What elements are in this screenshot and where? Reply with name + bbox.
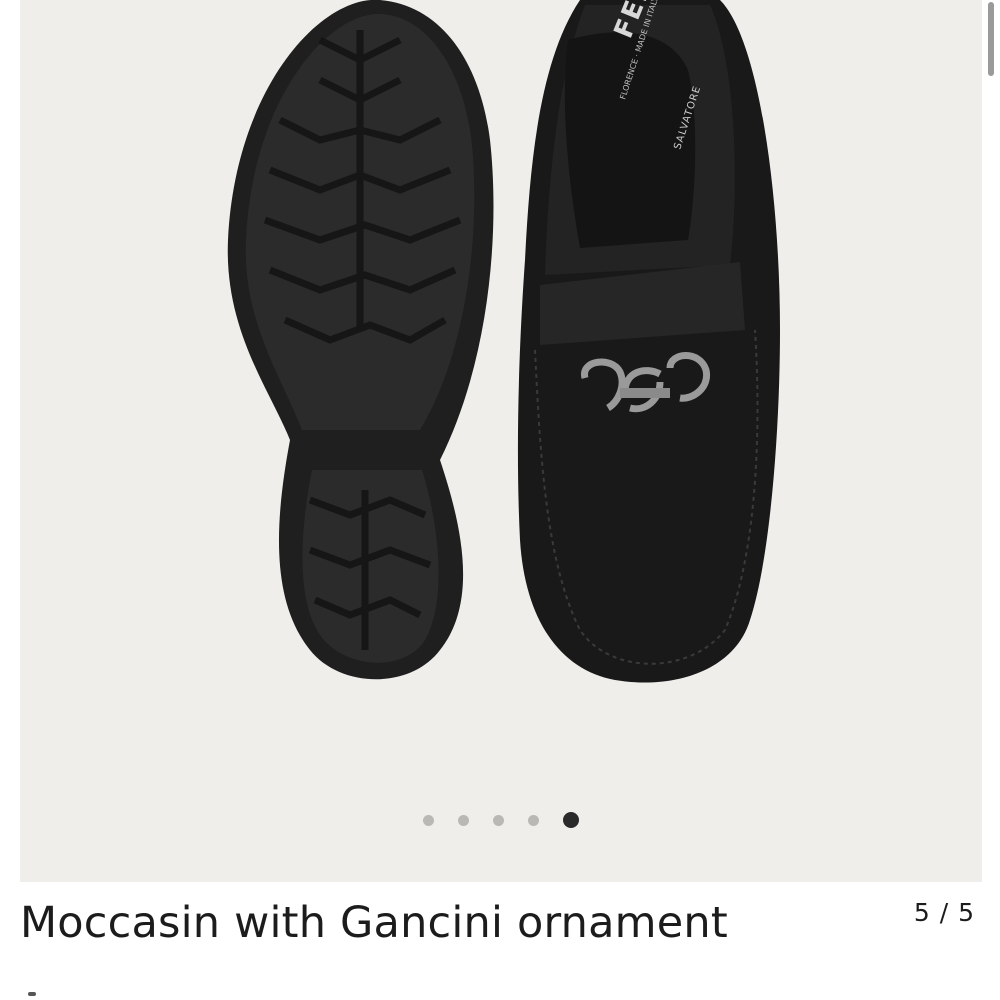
carousel-dot-1[interactable] [423,814,434,826]
carousel-dot-3[interactable] [493,814,504,826]
carousel-dot-2[interactable] [458,814,469,826]
product-title: Moccasin with Gancini ornament [20,898,728,948]
product-photo: FERRAGAMO SALVATORE FLORENCE · MADE IN I… [227,0,780,683]
image-counter: 5 / 5 [913,898,975,927]
carousel-dot-5-active[interactable] [563,812,579,828]
carousel-pagination [20,812,982,828]
shoe-sole-image [227,0,494,680]
cut-off-content [28,992,36,996]
product-image-gallery[interactable]: FERRAGAMO SALVATORE FLORENCE · MADE IN I… [20,0,982,882]
carousel-dot-4[interactable] [528,814,539,826]
scrollbar-thumb[interactable] [988,2,994,76]
shoe-top-image: FERRAGAMO SALVATORE FLORENCE · MADE IN I… [517,0,780,683]
page-scrollbar[interactable] [982,0,1000,882]
